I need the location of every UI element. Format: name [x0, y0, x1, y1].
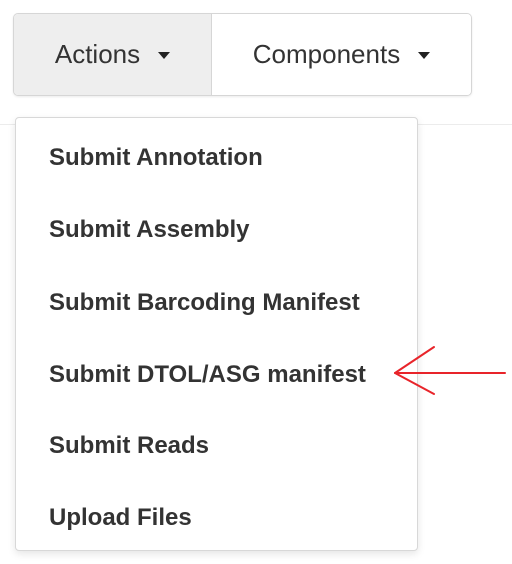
menu-item-submit-dtol-asg-manifest[interactable]: Submit DTOL/ASG manifest — [49, 360, 366, 390]
menu-item-submit-annotation[interactable]: Submit Annotation — [49, 143, 263, 173]
menu-item-submit-barcoding-manifest[interactable]: Submit Barcoding Manifest — [49, 288, 360, 318]
caret-down-icon — [418, 52, 431, 59]
components-button-label: Components — [252, 39, 401, 69]
toolbar-button-group: Actions Components — [13, 13, 472, 96]
menu-item-submit-assembly[interactable]: Submit Assembly — [49, 215, 250, 245]
caret-down-icon — [158, 52, 171, 59]
menu-item-submit-reads[interactable]: Submit Reads — [49, 431, 209, 461]
menu-item-upload-files[interactable]: Upload Files — [49, 503, 192, 533]
components-dropdown-button[interactable]: Components — [212, 14, 471, 95]
actions-button-label: Actions — [54, 39, 141, 69]
page: Actions Components Submit Annotation Sub… — [0, 0, 512, 564]
actions-dropdown-button[interactable]: Actions — [14, 14, 212, 95]
actions-dropdown-menu: Submit Annotation Submit Assembly Submit… — [15, 117, 418, 551]
